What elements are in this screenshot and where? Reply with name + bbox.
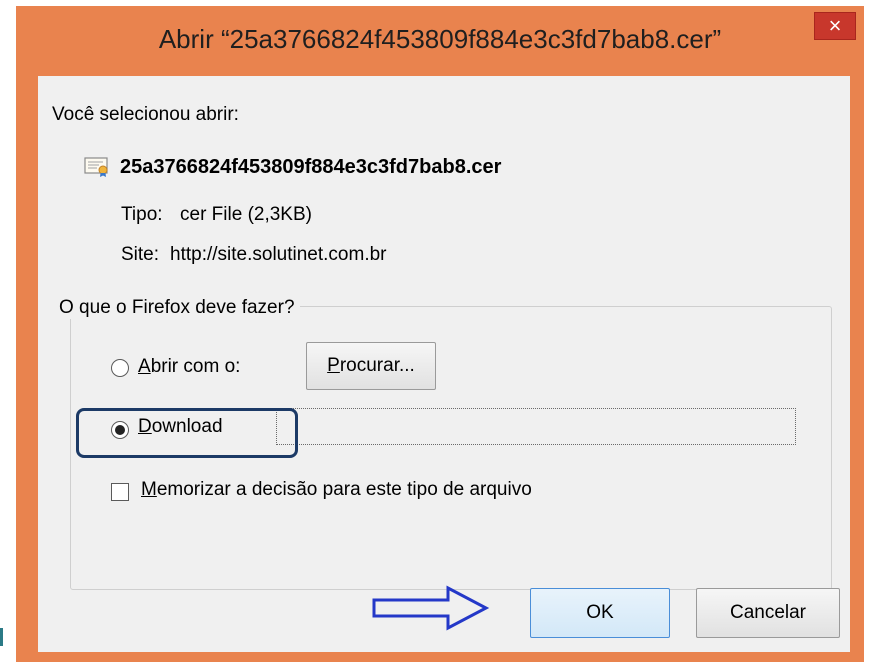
download-focus-area — [276, 408, 796, 445]
cancel-button[interactable]: Cancelar — [696, 588, 840, 638]
close-icon: × — [828, 13, 842, 38]
type-label: Tipo: — [121, 204, 163, 225]
certificate-file-icon — [84, 157, 108, 177]
close-button[interactable]: × — [814, 12, 856, 40]
file-name: 25a3766824f453809f884e3c3fd7bab8.cer — [120, 156, 502, 178]
remember-label[interactable]: Memorizar a decisão para este tipo de ar… — [141, 479, 532, 501]
title-bar[interactable]: Abrir “25a3766824f453809f884e3c3fd7bab8.… — [16, 6, 864, 76]
open-with-radio[interactable] — [111, 359, 129, 377]
window-title: Abrir “25a3766824f453809f884e3c3fd7bab8.… — [158, 24, 722, 54]
edge-marker — [0, 628, 3, 646]
dialog-window: Abrir “25a3766824f453809f884e3c3fd7bab8.… — [16, 6, 864, 662]
browse-button[interactable]: Procurar... — [306, 342, 436, 390]
remember-checkbox[interactable] — [111, 483, 129, 501]
download-radio-dot — [115, 425, 125, 435]
open-with-label[interactable]: Abrir com o: — [138, 356, 240, 378]
action-group-legend: O que o Firefox deve fazer? — [54, 297, 300, 319]
download-label[interactable]: Download — [138, 416, 223, 438]
site-value: http://site.solutinet.com.br — [170, 244, 387, 265]
intro-label: Você selecionou abrir: — [52, 104, 239, 125]
screen: Abrir “25a3766824f453809f884e3c3fd7bab8.… — [0, 0, 873, 667]
download-radio[interactable] — [111, 421, 129, 439]
dialog-body: Você selecionou abrir: 25a3766824f453809… — [38, 76, 850, 652]
arrow-annotation-icon — [372, 585, 490, 631]
type-value: cer File (2,3KB) — [180, 204, 312, 225]
ok-button[interactable]: OK — [530, 588, 670, 638]
site-label: Site: — [121, 244, 160, 265]
